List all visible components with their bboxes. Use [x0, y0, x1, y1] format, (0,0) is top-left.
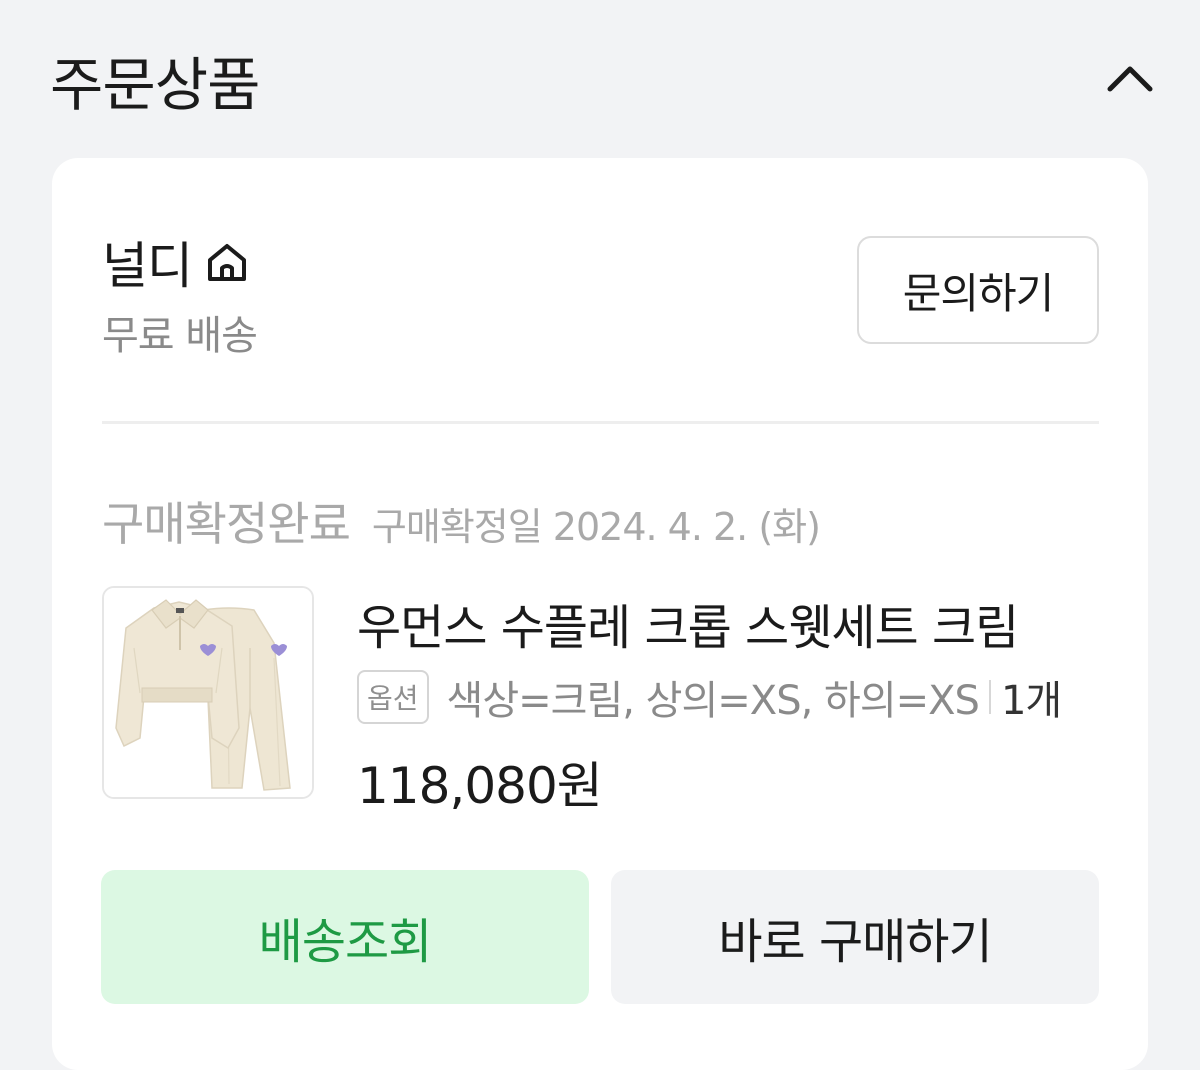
product-thumbnail[interactable] [102, 586, 314, 799]
order-card: 널디 무료 배송 문의하기 구매확정완료 구매확정일 2024. 4. 2. (… [52, 158, 1148, 1070]
option-badge: 옵션 [357, 670, 429, 724]
product-price: 118,080원 [357, 757, 603, 815]
order-status: 구매확정완료 [102, 497, 351, 551]
separator [988, 680, 991, 714]
purchase-confirm-date: 구매확정일 2024. 4. 2. (화) [371, 505, 821, 549]
home-icon[interactable] [204, 239, 250, 285]
track-delivery-button[interactable]: 배송조회 [101, 870, 589, 1004]
product-option-row: 옵션 색상=크림, 상의=XS, 하의=XS 1개 [357, 668, 1062, 726]
order-status-row: 구매확정완료 구매확정일 2024. 4. 2. (화) [102, 488, 821, 554]
order-items-header[interactable]: 주문상품 [0, 0, 1200, 150]
buy-again-button[interactable]: 바로 구매하기 [611, 870, 1099, 1004]
chevron-up-icon[interactable] [1100, 55, 1160, 105]
section-title: 주문상품 [50, 51, 260, 119]
divider [102, 421, 1099, 424]
product-name[interactable]: 우먼스 수플레 크롭 스웻세트 크림 [357, 588, 1019, 658]
product-quantity: 1개 [1000, 678, 1062, 724]
seller-name[interactable]: 널디 [102, 226, 193, 298]
product-image [104, 588, 312, 797]
seller-row[interactable]: 널디 [102, 226, 250, 298]
shipping-fee: 무료 배송 [102, 313, 258, 359]
inquiry-button[interactable]: 문의하기 [857, 236, 1099, 344]
product-options: 색상=크림, 상의=XS, 하의=XS [446, 678, 980, 724]
